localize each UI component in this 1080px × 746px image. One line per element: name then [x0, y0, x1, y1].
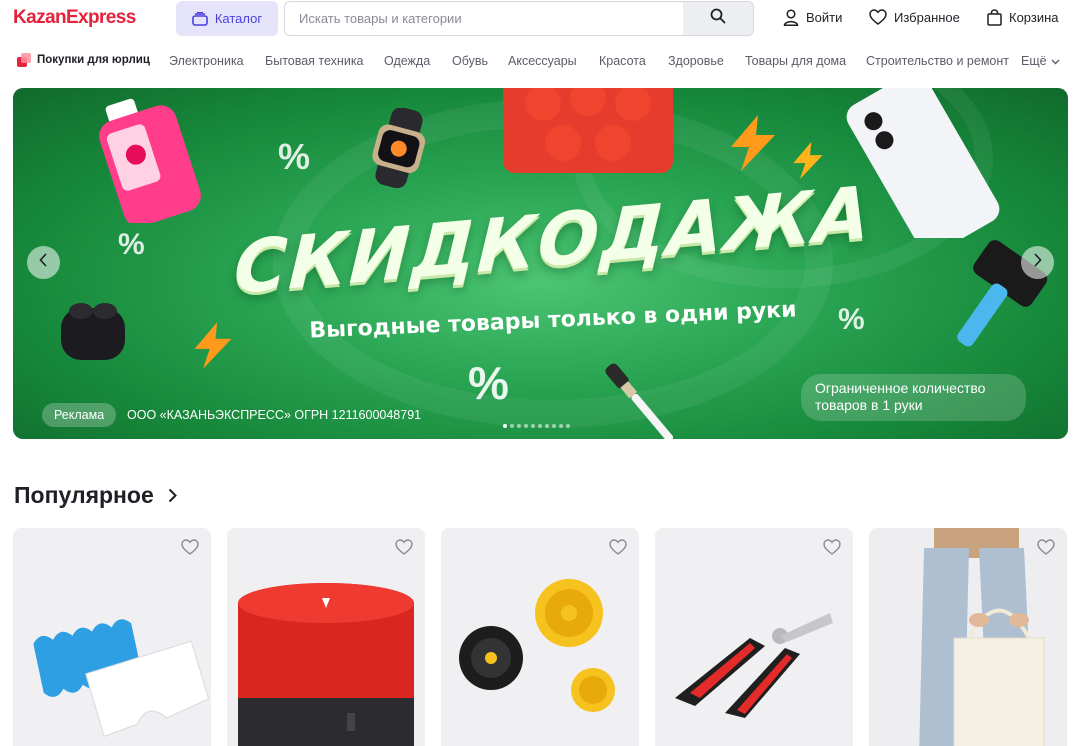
shopping-bag-icon: [987, 9, 1002, 26]
login-link[interactable]: Войти: [783, 9, 842, 26]
logo-part-1: Kazan: [13, 7, 67, 28]
heart-icon: [869, 9, 887, 25]
product-card-drill-brushes[interactable]: [441, 528, 639, 746]
smartwatch-image: [372, 108, 426, 188]
product-card-smart-speaker[interactable]: [227, 528, 425, 746]
more-categories-button[interactable]: Ещё: [1021, 54, 1060, 68]
percent-icon-2: %: [118, 228, 145, 261]
category-electronics[interactable]: Электроника: [169, 54, 244, 68]
drill-brushes-image: [459, 579, 615, 712]
catalog-icon: [192, 11, 208, 26]
banner-prev-button[interactable]: [27, 246, 60, 279]
search-input[interactable]: [285, 2, 685, 35]
category-clothing[interactable]: Одежда: [384, 54, 430, 68]
business-icon: [17, 53, 31, 67]
favorites-label: Избранное: [894, 9, 960, 25]
chevron-down-icon: [1051, 54, 1060, 68]
ad-organization: ООО «КАЗАНЬЭКСПРЕСС» ОГРН 1211600048791: [127, 408, 422, 422]
catalog-label: Каталог: [214, 11, 263, 26]
favorite-heart-icon[interactable]: [823, 539, 841, 555]
header: KazanExpress Каталог Войти Избранное Кор…: [0, 0, 1080, 40]
more-label: Ещё: [1021, 54, 1047, 68]
lightning-icon-3: [194, 322, 232, 369]
limited-quantity-note: Ограниченное количество товаров в 1 руки: [801, 374, 1026, 421]
search-bar: [284, 1, 754, 36]
category-appliances[interactable]: Бытовая техника: [265, 54, 364, 68]
search-icon: [710, 8, 726, 29]
category-bar: Покупки для юрлиц Электроника Бытовая те…: [0, 50, 1080, 72]
banner-dot[interactable]: [510, 424, 514, 428]
favorite-heart-icon[interactable]: [1037, 539, 1055, 555]
favorite-heart-icon[interactable]: [181, 539, 199, 555]
banner-dot[interactable]: [559, 424, 563, 428]
business-purchases-link[interactable]: Покупки для юрлиц: [17, 53, 150, 67]
banner-dot[interactable]: [566, 424, 570, 428]
banner-dot[interactable]: [503, 424, 507, 428]
product-card-sponge-filter[interactable]: [13, 528, 211, 746]
login-label: Войти: [806, 10, 843, 25]
banner-dot[interactable]: [545, 424, 549, 428]
cart-link[interactable]: Корзина: [987, 9, 1059, 26]
category-shoes[interactable]: Обувь: [452, 54, 488, 68]
chevron-right-icon: [1033, 253, 1042, 272]
product-card-nail-clipper[interactable]: [655, 528, 853, 746]
logo-part-2: Express: [65, 7, 136, 28]
percent-icon-4: %: [838, 303, 865, 336]
chevron-left-icon: [39, 253, 48, 272]
banner-next-button[interactable]: [1021, 246, 1054, 279]
favorites-link[interactable]: Избранное: [869, 9, 960, 25]
favorite-heart-icon[interactable]: [609, 539, 627, 555]
percent-icon: %: [278, 136, 311, 177]
banner-dot[interactable]: [531, 424, 535, 428]
category-construction[interactable]: Строительство и ремонт: [866, 54, 1009, 68]
sponge-filter-image: [33, 619, 210, 738]
search-button[interactable]: [683, 2, 753, 35]
percent-icon-3: %: [468, 357, 509, 409]
smart-speaker-image: [238, 583, 414, 746]
earbuds-case-image: [61, 303, 125, 360]
banner-dot[interactable]: [524, 424, 528, 428]
category-health[interactable]: Здоровье: [668, 54, 724, 68]
banner-dot[interactable]: [552, 424, 556, 428]
makeup-brush-image: [605, 363, 673, 439]
ad-label: Реклама: [42, 403, 117, 427]
catalog-button[interactable]: Каталог: [176, 1, 278, 36]
lightning-icon: [731, 115, 775, 171]
silicone-mold-image: [503, 88, 673, 173]
chevron-right-icon: [168, 482, 177, 509]
promo-banner[interactable]: % % % % СКИДКОДАЖА Выгодные товары тольк…: [13, 88, 1068, 439]
cart-label: Корзина: [1009, 10, 1059, 25]
category-beauty[interactable]: Красота: [599, 54, 646, 68]
tote-bag-image: [869, 528, 1067, 746]
favorite-heart-icon[interactable]: [395, 539, 413, 555]
popular-section-link[interactable]: Популярное: [14, 482, 177, 509]
nail-clipper-image: [675, 613, 833, 718]
banner-dot[interactable]: [538, 424, 542, 428]
logo[interactable]: KazanExpress: [13, 7, 136, 29]
product-card-tote-bag[interactable]: [869, 528, 1067, 746]
popular-title: Популярное: [14, 482, 154, 508]
banner-dot[interactable]: [517, 424, 521, 428]
banner-pagination: [503, 424, 570, 428]
category-home-goods[interactable]: Товары для дома: [745, 54, 846, 68]
category-accessories[interactable]: Аксессуары: [508, 54, 577, 68]
user-icon: [783, 9, 799, 26]
bottle-image: [99, 98, 201, 223]
business-label: Покупки для юрлиц: [37, 54, 150, 66]
